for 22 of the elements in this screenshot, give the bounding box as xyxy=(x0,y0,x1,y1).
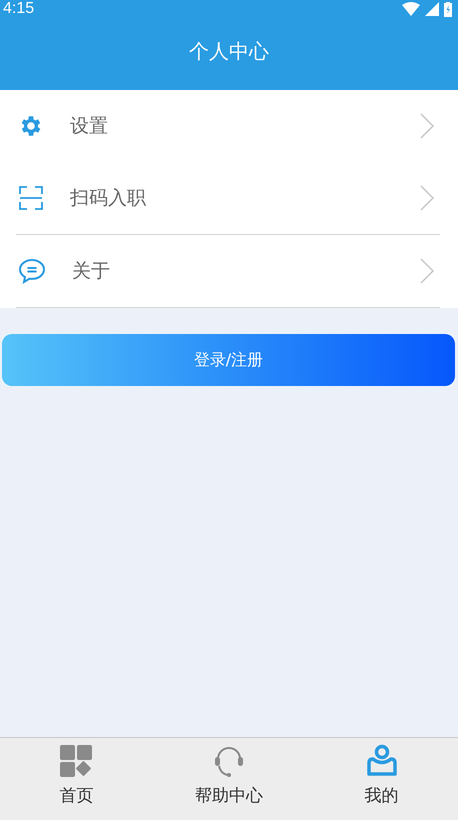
menu-item[interactable]: 设置 xyxy=(16,90,440,162)
login-register-button[interactable]: 登录/注册 xyxy=(2,334,455,386)
menu-item[interactable]: 关于 xyxy=(16,235,440,308)
signal-icon xyxy=(425,2,439,16)
person-icon xyxy=(366,744,398,778)
nav-tab[interactable]: 帮助中心 xyxy=(152,738,306,820)
chevron-right-icon xyxy=(420,185,434,211)
nav-tab[interactable]: 我的 xyxy=(305,738,458,820)
chat-bubble-icon xyxy=(18,257,46,285)
chevron-right-icon xyxy=(420,258,434,284)
menu-item[interactable]: 扫码入职 xyxy=(16,162,440,235)
nav-tab[interactable]: 首页 xyxy=(0,738,153,820)
headset-icon xyxy=(212,744,246,778)
menu-label: 关于 xyxy=(72,259,111,284)
page-title: 个人中心 xyxy=(188,38,270,64)
scan-icon xyxy=(18,185,44,211)
grid-icon xyxy=(59,744,94,778)
menu-label: 扫码入职 xyxy=(70,186,147,211)
chevron-right-icon xyxy=(420,113,434,139)
menu-label: 设置 xyxy=(70,114,109,139)
wifi-icon xyxy=(402,2,420,16)
status-time: 4:15 xyxy=(3,0,34,18)
